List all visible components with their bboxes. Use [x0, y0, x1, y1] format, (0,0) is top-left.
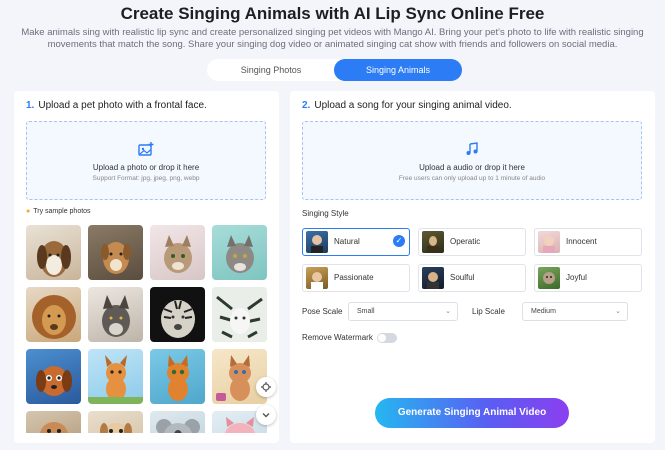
drop-zone-title: Upload a photo or drop it here — [92, 163, 200, 172]
step-text: Upload a song for your singing animal vi… — [314, 100, 512, 111]
style-avatar — [306, 267, 328, 289]
check-icon: ✓ — [393, 235, 405, 247]
style-avatar — [422, 267, 444, 289]
tab-singing-animals[interactable]: Singing Animals — [334, 59, 462, 81]
drop-zone-limit: Free users can only upload up to 1 minut… — [398, 175, 546, 182]
lightbulb-icon: ● — [26, 208, 31, 215]
step-2-heading: 2. Upload a song for your singing animal … — [302, 100, 512, 111]
image-upload-icon — [138, 142, 154, 161]
mode-tabs: Singing Photos Singing Animals — [207, 59, 462, 81]
step-1-heading: 1. Upload a pet photo with a frontal face… — [26, 100, 207, 111]
style-name: Innocent — [566, 237, 597, 246]
photo-upload-panel: 1. Upload a pet photo with a frontal face… — [14, 91, 279, 443]
lip-scale-select[interactable]: Medium ⌄ — [522, 302, 628, 321]
step-number: 2. — [302, 100, 311, 111]
music-note-icon — [465, 142, 479, 161]
sample-photo-cartoon-koala[interactable] — [150, 411, 205, 433]
sample-photo-white-tiger[interactable] — [212, 287, 267, 342]
scroll-down-button[interactable] — [256, 405, 276, 425]
style-option-innocent[interactable]: Innocent — [534, 228, 642, 256]
pose-scale-value: Small — [357, 308, 375, 315]
crosshair-icon — [261, 382, 271, 395]
style-option-joyful[interactable]: Joyful — [534, 264, 642, 292]
style-avatar — [422, 231, 444, 253]
photo-drop-zone[interactable]: Upload a photo or drop it here Support F… — [26, 121, 266, 200]
page-subtitle: Make animals sing with realistic lip syn… — [21, 27, 644, 50]
chevron-down-icon — [261, 412, 271, 423]
step-text: Upload a pet photo with a frontal face. — [38, 100, 207, 111]
style-option-passionate[interactable]: Passionate — [302, 264, 410, 292]
drop-zone-formats: Support Format: jpg, jpeg, png, webp — [92, 175, 200, 182]
sample-photo-wolf[interactable] — [88, 287, 143, 342]
chevron-down-icon: ⌄ — [615, 308, 621, 315]
locate-button[interactable] — [256, 377, 276, 397]
generate-video-button[interactable]: Generate Singing Animal Video — [375, 398, 569, 428]
step-number: 1. — [26, 100, 35, 111]
style-avatar — [538, 267, 560, 289]
sample-photo-cartoon-animal[interactable] — [26, 411, 81, 433]
drop-zone-title: Upload a audio or drop it here — [419, 163, 525, 172]
sample-photo-tiger[interactable] — [150, 287, 205, 342]
style-avatar — [538, 231, 560, 253]
sample-photo-tabby-cat[interactable] — [150, 225, 205, 280]
style-name: Soulful — [450, 273, 475, 282]
style-name: Passionate — [334, 273, 374, 282]
tab-singing-photos[interactable]: Singing Photos — [207, 59, 335, 81]
pose-scale-label: Pose Scale — [302, 307, 343, 316]
song-settings-panel: 2. Upload a song for your singing animal … — [290, 91, 655, 443]
style-name: Natural — [334, 237, 360, 246]
sample-photo-cartoon-tabby-cat[interactable] — [212, 349, 267, 404]
lip-scale-value: Medium — [531, 308, 556, 315]
sample-photo-cartoon-fox-dog[interactable] — [88, 349, 143, 404]
sample-photo-cartoon-ginger-cat[interactable] — [150, 349, 205, 404]
sample-photo-lion[interactable] — [26, 287, 81, 342]
sample-photo-grey-cat[interactable] — [212, 225, 267, 280]
sample-photo-grid — [26, 225, 279, 433]
singing-style-label: Singing Style — [302, 209, 349, 218]
sample-photos-label: ● Try sample photos — [26, 208, 91, 215]
sample-photo-puppy[interactable] — [88, 225, 143, 280]
sample-photo-beagle[interactable] — [26, 225, 81, 280]
style-option-operatic[interactable]: Operatic — [418, 228, 526, 256]
page-title: Create Singing Animals with AI Lip Sync … — [120, 4, 545, 23]
style-name: Joyful — [566, 273, 587, 282]
sample-photo-cartoon-dog[interactable] — [26, 349, 81, 404]
audio-drop-zone[interactable]: Upload a audio or drop it here Free user… — [302, 121, 642, 200]
pose-scale-select[interactable]: Small ⌄ — [348, 302, 458, 321]
style-option-soulful[interactable]: Soulful — [418, 264, 526, 292]
style-option-natural[interactable]: Natural ✓ — [302, 228, 410, 256]
toggle-knob — [378, 334, 386, 342]
chevron-down-icon: ⌄ — [445, 308, 451, 315]
remove-watermark-toggle[interactable] — [377, 333, 397, 343]
remove-watermark-label: Remove Watermark — [302, 333, 373, 342]
style-name: Operatic — [450, 237, 481, 246]
style-avatar — [306, 231, 328, 253]
lip-scale-label: Lip Scale — [472, 307, 505, 316]
sample-photo-cartoon-puppy[interactable] — [88, 411, 143, 433]
